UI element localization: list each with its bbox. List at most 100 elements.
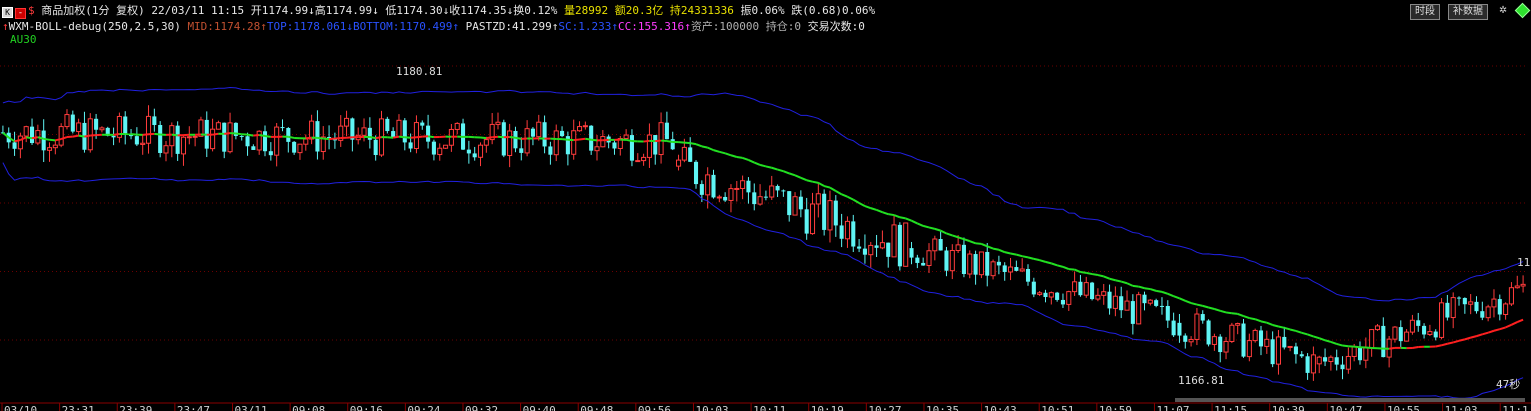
candle-body	[815, 193, 821, 205]
boll-mid-segment	[678, 141, 685, 144]
boll-mid-segment	[928, 226, 936, 230]
candle-body	[274, 126, 280, 156]
boll-mid-segment	[26, 136, 33, 140]
boll-mid-segment	[509, 135, 516, 139]
candle-body	[833, 200, 838, 226]
boll-mid-segment	[986, 245, 994, 250]
candle-body	[787, 191, 792, 216]
candle-body	[1450, 297, 1456, 319]
candle-body	[519, 148, 524, 153]
candle-body	[12, 142, 17, 149]
boll-mid-segment	[905, 217, 912, 222]
x-tick-label: 10:03	[695, 404, 728, 411]
boll-mid-segment	[1056, 264, 1064, 268]
boll-mid-segment	[1499, 326, 1506, 331]
candle-body	[938, 239, 943, 251]
x-tick-label: 23:31	[62, 404, 95, 411]
candle-body	[1177, 322, 1182, 336]
boll-mid-segment	[946, 232, 953, 237]
candle-body	[1340, 364, 1345, 370]
candle-body	[1101, 291, 1107, 296]
candle-body	[600, 136, 606, 148]
boll-mid-segment	[1173, 295, 1180, 300]
boll-mid-segment	[1278, 325, 1285, 329]
candle-body	[1048, 292, 1054, 298]
boll-mid-segment	[852, 198, 860, 204]
boll-mid-segment	[416, 135, 423, 139]
boll-mid-segment	[794, 174, 802, 179]
candle-body	[973, 254, 978, 275]
right-price-label: 11	[1517, 256, 1531, 269]
boll-mid-segment	[911, 219, 918, 225]
boll-mid-segment	[765, 165, 772, 169]
candle-body	[688, 147, 693, 162]
candle-body	[1235, 323, 1241, 326]
candle-body	[1147, 299, 1153, 304]
boll-mid-segment	[1115, 279, 1122, 283]
candle-body	[752, 192, 757, 205]
candle-body	[1014, 267, 1019, 271]
candlestick-chart[interactable]: 03/10 23:31 23:39 23:47 03/11 09:08 09:16 09:24…	[0, 0, 1531, 411]
boll-mid-segment	[800, 176, 808, 182]
candle-body	[1025, 269, 1031, 282]
candle-body	[268, 151, 273, 156]
boll-mid-segment	[666, 140, 673, 143]
candle-body	[1095, 294, 1101, 300]
boll-mid-segment	[1464, 336, 1471, 341]
candle-body	[1112, 295, 1118, 309]
candle-body	[1200, 314, 1205, 321]
candle-body	[612, 142, 617, 149]
boll-mid-segment	[835, 190, 843, 196]
x-tick-label: 09:56	[638, 404, 671, 411]
candle-body	[1497, 299, 1502, 315]
candle-body	[46, 147, 53, 151]
candle-body	[1007, 266, 1014, 273]
boll-mid-segment	[1184, 299, 1192, 304]
candle-body	[1246, 340, 1252, 358]
boll-mid-segment	[1103, 275, 1110, 280]
candle-body	[967, 253, 973, 275]
boll-mid-segment	[742, 156, 749, 161]
boll-mid-segment	[1039, 259, 1046, 263]
candle-body	[1270, 339, 1275, 365]
boll-mid-segment	[1313, 335, 1320, 340]
candle-body	[76, 122, 82, 133]
boll-mid-segment	[1487, 329, 1495, 334]
boll-mid-segment	[1482, 331, 1489, 336]
candle-body	[1345, 355, 1351, 370]
candle-body	[728, 188, 734, 201]
boll-mid-segment	[969, 240, 976, 245]
candle-body	[158, 125, 163, 153]
candle-body	[1485, 306, 1491, 319]
candle-body	[426, 125, 431, 142]
boll-mid-segment	[1412, 345, 1419, 349]
candle-body	[781, 190, 786, 192]
boll-mid-segment	[1126, 282, 1134, 287]
candle-body	[868, 244, 874, 256]
boll-mid-segment	[1045, 260, 1052, 265]
boll-mid-segment	[707, 146, 714, 152]
candle-body	[1043, 292, 1048, 298]
candle-body	[658, 122, 664, 156]
candle-body	[297, 143, 303, 154]
boll-mid-segment	[1243, 315, 1250, 319]
boll-mid-segment	[916, 222, 924, 227]
boll-mid-segment	[992, 247, 1000, 251]
boll-mid-segment	[247, 133, 254, 137]
boll-mid-segment	[142, 133, 149, 136]
boll-mid-segment	[1150, 288, 1157, 292]
candle-body	[420, 122, 425, 126]
x-tick-label: 10:59	[1099, 404, 1132, 411]
boll-mid-segment	[655, 139, 662, 143]
candle-body	[1293, 346, 1298, 355]
boll-mid-segment	[1167, 292, 1174, 298]
candle-body	[548, 146, 553, 155]
boll-mid-segment	[1004, 251, 1011, 255]
boll-mid-segment	[579, 137, 586, 141]
x-tick-label: 09:40	[523, 404, 556, 411]
boll-mid-segment	[957, 236, 965, 241]
candle-body	[978, 251, 984, 276]
candle-body	[560, 130, 565, 137]
x-tick-label: 09:08	[292, 404, 325, 411]
candle-body	[1206, 320, 1211, 345]
